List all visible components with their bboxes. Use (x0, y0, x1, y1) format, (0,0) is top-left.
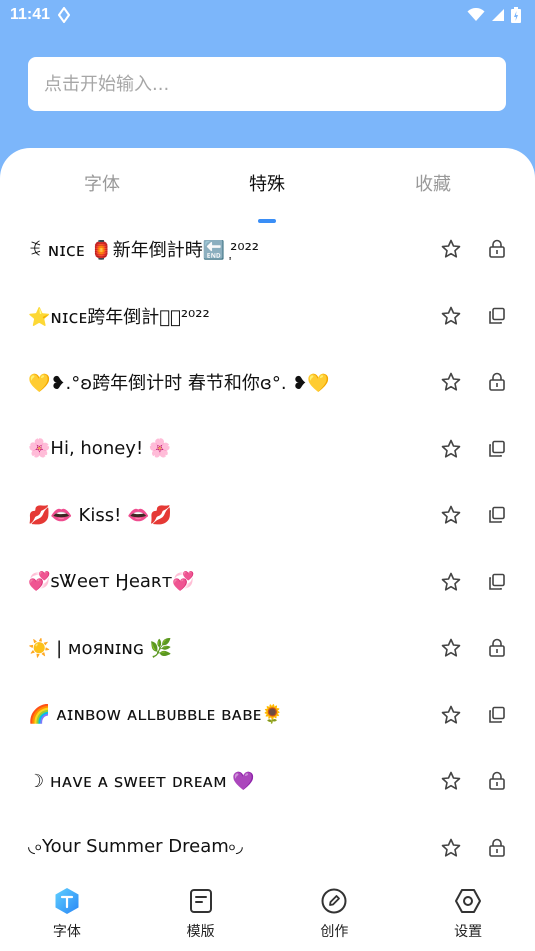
nav-create[interactable]: 创作 (284, 887, 384, 951)
star-icon[interactable] (441, 572, 461, 592)
list-item[interactable]: 💛❥.°ʚ跨年倒计时 春节和你ɞ°. ❥💛 (0, 349, 535, 416)
list-item[interactable]: ☽ ʜᴀᴠᴇ ᴀ ꜱᴡᴇᴇᴛ ᴅʀᴇᴀᴍ 💜 (0, 748, 535, 815)
template-icon (189, 889, 212, 913)
signal-icon (492, 9, 504, 21)
bottom-nav: 字体 模版 创作 设置 (0, 875, 535, 951)
list-item-text: 💞ꜱᏔeeт Ӈeaʀт💞 (28, 571, 195, 593)
star-icon[interactable] (441, 439, 461, 459)
list-item[interactable]: 💞ꜱᏔeeт Ӈeaʀт💞 (0, 549, 535, 616)
status-bar: 11:41 (0, 0, 535, 30)
status-time: 11:41 (10, 6, 51, 23)
star-icon[interactable] (441, 705, 461, 725)
list-item-text: ꉂ ɴɪᴄᴇ 🏮新年倒計時🔚 ᷂²⁰²² (28, 240, 260, 262)
create-pencil-icon (321, 888, 347, 914)
list-item[interactable]: ◟৹Your Summer Dream৹◞ (0, 815, 535, 882)
copy-icon[interactable] (487, 705, 507, 725)
battery-icon (511, 7, 521, 23)
settings-hexagon-icon (455, 889, 482, 913)
app-notification-icon (58, 7, 71, 23)
nav-templates[interactable]: 模版 (151, 887, 251, 951)
list-item-text: ☀️ | ᴍᴏяɴɪɴɢ 🌿 (28, 637, 173, 659)
tab-favorites[interactable]: 收藏 (373, 170, 493, 196)
star-icon[interactable] (441, 771, 461, 791)
nav-label: 字体 (52, 924, 81, 940)
list-item-text: 💋👄 Kiss! 👄💋 (28, 504, 172, 526)
main-panel: 字体 特殊 收藏 ꉂ ɴɪᴄᴇ 🏮新年倒計時🔚 ᷂²⁰²² ⭐ɴɪᴄᴇ跨年倒計時… (0, 148, 535, 951)
list-item-text: 🌸Hi, honey! 🌸 (28, 438, 172, 460)
nav-label: 模版 (186, 924, 215, 940)
nav-settings[interactable]: 设置 (418, 887, 518, 951)
copy-icon[interactable] (487, 439, 507, 459)
tab-special[interactable]: 特殊 (207, 170, 327, 196)
list-item[interactable]: ꉂ ɴɪᴄᴇ 🏮新年倒計時🔚 ᷂²⁰²² (0, 216, 535, 283)
font-app-icon (55, 888, 79, 914)
list-item-text: 🌈 ᴀɪɴʙᴏᴡ ᴀʟʟʙᴜʙʙʟᴇ ʙᴀʙᴇ🌻 (28, 704, 284, 726)
copy-icon[interactable] (487, 505, 507, 525)
list-item[interactable]: ⭐ɴɪᴄᴇ跨年倒計時᷂²⁰²² (0, 283, 535, 350)
star-icon[interactable] (441, 838, 461, 858)
star-icon[interactable] (441, 372, 461, 392)
lock-icon[interactable] (487, 771, 507, 791)
lock-icon[interactable] (487, 638, 507, 658)
nav-label: 创作 (320, 924, 349, 940)
lock-icon[interactable] (487, 372, 507, 392)
star-icon[interactable] (441, 239, 461, 259)
list-item-text: ◟৹Your Summer Dream৹◞ (28, 836, 243, 858)
nav-fonts[interactable]: 字体 (17, 887, 117, 951)
nav-label: 设置 (454, 924, 483, 940)
tab-bar: 字体 特殊 收藏 (0, 170, 535, 223)
wifi-icon (467, 8, 485, 21)
star-icon[interactable] (441, 638, 461, 658)
star-icon[interactable] (441, 306, 461, 326)
list-item[interactable]: 🌈 ᴀɪɴʙᴏᴡ ᴀʟʟʙᴜʙʙʟᴇ ʙᴀʙᴇ🌻 (0, 682, 535, 749)
font-list: ꉂ ɴɪᴄᴇ 🏮新年倒計時🔚 ᷂²⁰²² ⭐ɴɪᴄᴇ跨年倒計時᷂²⁰²² 💛❥.… (0, 216, 535, 881)
star-icon[interactable] (441, 505, 461, 525)
list-item[interactable]: 🌸Hi, honey! 🌸 (0, 416, 535, 483)
lock-icon[interactable] (487, 838, 507, 858)
list-item-text: 💛❥.°ʚ跨年倒计时 春节和你ɞ°. ❥💛 (28, 373, 330, 395)
list-item-text: ⭐ɴɪᴄᴇ跨年倒計時᷂²⁰²² (28, 306, 210, 328)
copy-icon[interactable] (487, 572, 507, 592)
list-item[interactable]: ☀️ | ᴍᴏяɴɪɴɢ 🌿 (0, 615, 535, 682)
tab-fonts[interactable]: 字体 (42, 170, 162, 196)
list-item[interactable]: 💋👄 Kiss! 👄💋 (0, 482, 535, 549)
list-item-text: ☽ ʜᴀᴠᴇ ᴀ ꜱᴡᴇᴇᴛ ᴅʀᴇᴀᴍ 💜 (28, 770, 255, 792)
copy-icon[interactable] (487, 306, 507, 326)
search-input[interactable] (44, 73, 490, 95)
lock-icon[interactable] (487, 239, 507, 259)
search-box[interactable] (28, 57, 506, 111)
